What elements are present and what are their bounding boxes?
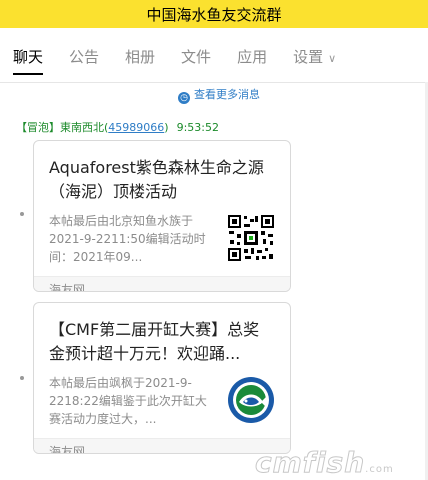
tab-files[interactable]: 文件 [181,46,211,75]
sender-name: 【冒泡】東南西北( [16,121,109,134]
cmfish-watermark: cmfish.com [254,446,394,480]
view-more-messages[interactable]: ◷ 查看更多消息 [0,86,428,104]
card-description: 本帖最后由飒枫于2021-9-2218:22编辑鉴于此次开缸大赛活动力度过大，.… [49,376,207,426]
view-more-label: 查看更多消息 [194,88,260,101]
tab-settings-label: 设置 [293,48,324,66]
tab-apps[interactable]: 应用 [237,46,267,75]
card-title: 【CMF第二届开缸大赛】总奖金预计超十万元！欢迎踊... [49,320,260,363]
tab-announcement[interactable]: 公告 [69,46,99,75]
card-body: 本帖最后由飒枫于2021-9-2218:22编辑鉴于此次开缸大赛活动力度过大，.… [49,374,275,434]
fish-logo-icon [228,377,274,423]
group-title: 中国海水鱼友交流群 [146,5,282,24]
chevron-down-icon: ∨ [328,52,337,65]
card-description: 本帖最后由北京知鱼水族于2021-9-2211:50编辑活动时间：2021年09… [49,214,206,264]
tab-chat[interactable]: 聊天 [13,46,44,75]
tab-settings[interactable]: 设置 ∨ [293,46,336,75]
card-title: Aquaforest紫色森林生命之源（海泥）顶楼活动 [49,158,264,201]
tab-album[interactable]: 相册 [125,46,155,75]
message-bullet [20,376,24,380]
card-source: 海友网 [34,438,290,453]
clock-icon: ◷ [178,92,190,104]
card-body: 本帖最后由北京知鱼水族于2021-9-2211:50编辑活动时间：2021年09… [49,212,275,272]
tab-bar: 聊天 公告 相册 文件 应用 设置 ∨ [0,46,428,83]
sender-uid-link[interactable]: 45989066 [108,121,164,134]
watermark-suffix: .com [365,464,394,475]
message-time: 9:53:52 [176,121,219,134]
message-sender-line: 【冒泡】東南西北(45989066) 9:53:52 [16,119,219,135]
message-bullet [20,212,24,216]
link-card[interactable]: Aquaforest紫色森林生命之源（海泥）顶楼活动 本帖最后由北京知鱼水族于2… [33,140,291,292]
qr-code-icon [227,214,275,262]
link-card[interactable]: 【CMF第二届开缸大赛】总奖金预计超十万元！欢迎踊... 本帖最后由飒枫于202… [33,302,291,454]
card-source: 海友网 [34,276,290,291]
group-title-bar: 中国海水鱼友交流群 [0,0,428,28]
sender-name-end: ) [164,121,169,134]
watermark-text: cmfish [254,446,366,480]
